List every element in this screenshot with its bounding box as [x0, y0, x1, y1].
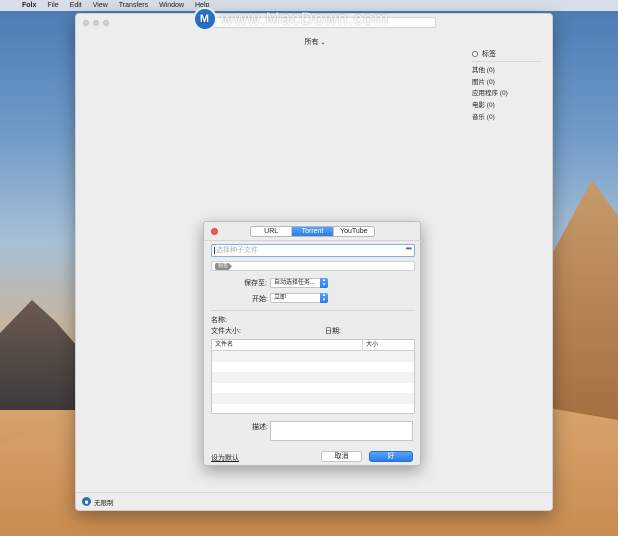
tags-header-label: 标签: [482, 51, 496, 58]
tags-panel: 标签: [472, 49, 496, 59]
ok-button[interactable]: 好: [369, 451, 413, 462]
description-field[interactable]: [270, 421, 413, 441]
watermark-text: www.MacDown.com: [221, 9, 390, 28]
file-table[interactable]: 文件名 大小: [211, 339, 415, 414]
divider: [204, 240, 422, 241]
select-arrows-icon: ▴ ▾: [320, 293, 328, 303]
start-label: 开始:: [252, 296, 268, 303]
filter-label: 所有: [304, 39, 319, 46]
table-row: [212, 372, 414, 383]
filter-dropdown[interactable]: 所有 ⌄: [76, 37, 552, 47]
status-bar: 无限制: [76, 492, 552, 510]
start-value: 立即: [274, 295, 287, 301]
tags-input[interactable]: 标签: [211, 261, 415, 271]
date-label: 日期:: [325, 328, 341, 335]
menu-view[interactable]: View: [93, 2, 108, 9]
cancel-button[interactable]: 取消: [321, 451, 362, 462]
speed-limit-label[interactable]: 无限制: [94, 497, 114, 507]
menu-file[interactable]: File: [47, 2, 58, 9]
column-size[interactable]: 大小: [363, 340, 414, 350]
text-caret: [214, 247, 215, 254]
menu-app-name[interactable]: Folx: [22, 2, 36, 9]
add-download-dialog: URL Torrent YouTube 选择种子文件 ••• 标签 保存至: 自…: [203, 221, 422, 466]
tab-url[interactable]: URL: [251, 227, 293, 236]
close-dialog-button[interactable]: [211, 228, 218, 235]
menu-transfers[interactable]: Transfers: [119, 2, 148, 9]
start-select[interactable]: 立即 ▴ ▾: [270, 293, 328, 303]
table-row: [212, 351, 414, 362]
divider: [211, 310, 415, 311]
tags-header[interactable]: 标签: [472, 49, 496, 59]
tab-youtube[interactable]: YouTube: [334, 227, 374, 236]
chevron-down-icon: ⌄: [320, 40, 326, 46]
menu-edit[interactable]: Edit: [70, 2, 82, 9]
column-file-name[interactable]: 文件名: [212, 340, 363, 350]
table-body: [212, 351, 414, 415]
table-header: 文件名 大小: [212, 340, 414, 351]
save-to-label: 保存至:: [244, 280, 267, 287]
table-row: [212, 404, 414, 415]
save-to-select[interactable]: 自动选择任务... ▴ ▾: [270, 278, 328, 288]
table-row: [212, 393, 414, 404]
zoom-window-button[interactable]: [103, 19, 109, 26]
torrent-file-placeholder: 选择种子文件: [216, 247, 258, 254]
select-arrows-icon: ▴ ▾: [320, 278, 328, 288]
browse-button[interactable]: •••: [406, 244, 412, 253]
close-window-button[interactable]: [83, 19, 89, 26]
watermark-logo: M: [193, 7, 217, 31]
watermark: M www.MacDown.com: [193, 7, 389, 31]
tag-list: 其他 (0) 图片 (0) 应用程序 (0) 电影 (0) 音乐 (0): [472, 65, 508, 123]
desktop-mountain: [0, 300, 80, 410]
menu-window[interactable]: Window: [159, 2, 184, 9]
table-row: [212, 383, 414, 394]
divider: [472, 61, 542, 62]
file-size-label: 文件大小:: [211, 328, 241, 335]
source-tabs: URL Torrent YouTube: [250, 226, 375, 237]
tag-item-other[interactable]: 其他 (0): [472, 65, 508, 77]
description-label: 描述:: [252, 424, 268, 431]
set-default-link[interactable]: 设为默认: [211, 453, 239, 463]
name-label: 名称:: [211, 317, 227, 324]
tag-pill[interactable]: 标签: [215, 263, 233, 270]
speed-limit-icon[interactable]: [82, 497, 91, 506]
tag-item-images[interactable]: 图片 (0): [472, 77, 508, 89]
tag-item-music[interactable]: 音乐 (0): [472, 112, 508, 124]
minimize-window-button[interactable]: [93, 19, 99, 26]
torrent-file-input[interactable]: 选择种子文件 •••: [211, 244, 415, 257]
table-row: [212, 362, 414, 373]
save-to-value: 自动选择任务...: [274, 280, 316, 286]
tag-circle-icon: [472, 51, 478, 57]
tag-item-movies[interactable]: 电影 (0): [472, 100, 508, 112]
apple-icon[interactable]: [5, 2, 11, 9]
tab-torrent[interactable]: Torrent: [292, 227, 334, 236]
tag-item-applications[interactable]: 应用程序 (0): [472, 88, 508, 100]
